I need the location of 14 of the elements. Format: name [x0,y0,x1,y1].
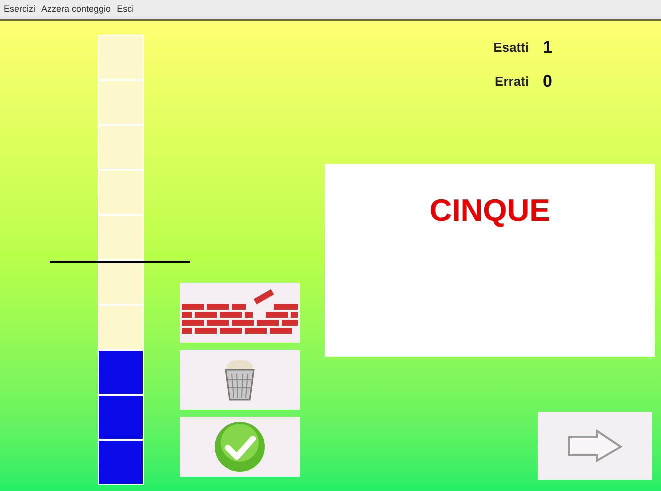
score-label: Esatti [492,39,530,57]
menu-item[interactable]: Azzera conteggio [42,2,112,16]
confirm-button[interactable] [180,417,300,477]
wall-button[interactable] [180,283,300,343]
menu-item[interactable]: Esercizi [4,2,36,16]
score-value: 1 [543,37,552,59]
menu-item[interactable]: Esci [117,2,134,16]
trash-can-icon [223,358,257,402]
trash-button[interactable] [180,350,300,410]
number-word: CINQUE [430,192,550,230]
check-icon [214,421,266,473]
score-label: Errati [494,72,530,90]
arrow-icon [567,429,623,463]
score-value: 0 [543,70,552,92]
